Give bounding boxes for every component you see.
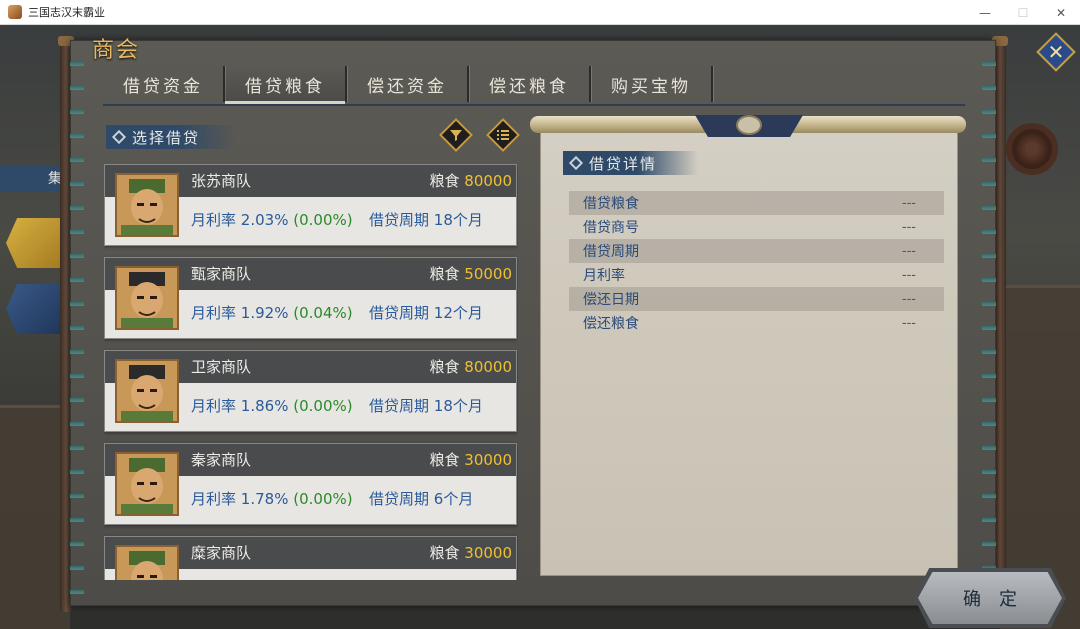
detail-row: 借贷周期 --- bbox=[569, 239, 944, 263]
side-hex-button-gold[interactable] bbox=[6, 218, 68, 268]
merchant-portrait bbox=[115, 266, 179, 330]
grain-amount: 粮食 80000 bbox=[429, 358, 512, 376]
grain-amount: 粮食 80000 bbox=[429, 172, 512, 190]
monthly-rate: 月利率 2.03% (0.00%) bbox=[191, 211, 353, 229]
grain-amount: 粮食 30000 bbox=[429, 544, 512, 562]
detail-value: --- bbox=[901, 267, 916, 283]
filter-icon bbox=[450, 130, 462, 141]
loan-detail-table: 借贷粮食 --- 借贷商号 --- 借贷周期 --- 月利率 --- 偿还日期 --- 偿… bbox=[569, 191, 944, 335]
detail-row: 借贷商号 --- bbox=[569, 215, 944, 239]
caravan-name: 张苏商队 bbox=[191, 172, 252, 190]
tab-bar: 借贷资金 借贷粮食 偿还资金 偿还粮食 购买宝物 bbox=[103, 66, 713, 104]
detail-value: --- bbox=[901, 291, 916, 307]
panel-close-button[interactable]: ✕ bbox=[1036, 32, 1076, 72]
filter-button[interactable] bbox=[439, 118, 473, 152]
loan-period: 借贷周期 18个月 bbox=[369, 211, 483, 229]
background-waterwheel bbox=[1006, 123, 1058, 175]
merchant-portrait bbox=[115, 452, 179, 516]
monthly-rate: 月利率 1.92% (0.04%) bbox=[191, 304, 353, 322]
loan-card[interactable]: 糜家商队 粮食 30000 bbox=[104, 536, 517, 580]
loan-period: 借贷周期 6个月 bbox=[369, 490, 474, 508]
detail-label: 偿还粮食 bbox=[583, 316, 639, 332]
side-hex-button-blue[interactable] bbox=[6, 284, 68, 334]
detail-label: 偿还日期 bbox=[583, 292, 639, 308]
loan-card[interactable]: 甄家商队 粮食 50000 月利率 1.92% (0.04%) 借贷周期 12个… bbox=[104, 257, 517, 339]
diamond-icon bbox=[111, 129, 127, 145]
confirm-button[interactable]: 确定 bbox=[918, 572, 1062, 624]
tab-buy-treasure[interactable]: 购买宝物 bbox=[591, 66, 713, 102]
window-close-button[interactable]: ✕ bbox=[1042, 0, 1080, 25]
loan-detail-title: 借贷详情 bbox=[589, 154, 658, 173]
loan-detail-header: 借贷详情 bbox=[563, 151, 698, 175]
detail-value: --- bbox=[901, 195, 916, 211]
loan-list: 张苏商队 粮食 80000 月利率 2.03% (0.00%) 借贷周期 18个… bbox=[104, 164, 518, 580]
tab-repay-funds[interactable]: 偿还资金 bbox=[347, 66, 469, 102]
loan-card[interactable]: 秦家商队 粮食 30000 月利率 1.78% (0.00%) 借贷周期 6个月 bbox=[104, 443, 517, 525]
caravan-name: 甄家商队 bbox=[191, 265, 252, 283]
merchant-portrait bbox=[115, 173, 179, 237]
panel-title: 商会 bbox=[92, 38, 141, 63]
detail-row: 偿还粮食 --- bbox=[569, 311, 944, 335]
grain-amount: 粮食 30000 bbox=[429, 451, 512, 469]
tab-divider bbox=[103, 104, 965, 106]
tab-repay-grain[interactable]: 偿还粮食 bbox=[469, 66, 591, 102]
loan-period: 借贷周期 12个月 bbox=[369, 304, 483, 322]
loan-card[interactable]: 张苏商队 粮食 80000 月利率 2.03% (0.00%) 借贷周期 18个… bbox=[104, 164, 517, 246]
parchment-emblem bbox=[695, 115, 803, 137]
caravan-name: 糜家商队 bbox=[191, 544, 252, 562]
merchant-portrait bbox=[115, 545, 179, 580]
lace-left bbox=[70, 52, 84, 602]
detail-label: 月利率 bbox=[583, 268, 625, 284]
detail-label: 借贷商号 bbox=[583, 220, 639, 236]
detail-label: 借贷周期 bbox=[583, 244, 639, 260]
maximize-button[interactable]: ☐ bbox=[1004, 0, 1042, 25]
lace-right bbox=[982, 52, 996, 602]
close-icon: ✕ bbox=[1047, 40, 1065, 64]
app-icon bbox=[8, 5, 22, 19]
minimize-button[interactable]: — bbox=[966, 0, 1004, 25]
detail-label: 借贷粮食 bbox=[583, 196, 639, 212]
monthly-rate: 月利率 1.78% (0.00%) bbox=[191, 490, 353, 508]
loan-period: 借贷周期 18个月 bbox=[369, 397, 483, 415]
list-button[interactable] bbox=[486, 118, 520, 152]
detail-value: --- bbox=[901, 315, 916, 331]
detail-row: 借贷粮食 --- bbox=[569, 191, 944, 215]
detail-value: --- bbox=[901, 243, 916, 259]
diamond-icon bbox=[568, 155, 584, 171]
select-loan-header: 选择借贷 bbox=[106, 125, 236, 149]
loan-card[interactable]: 卫家商队 粮食 80000 月利率 1.86% (0.00%) 借贷周期 18个… bbox=[104, 350, 517, 432]
tab-borrow-grain[interactable]: 借贷粮食 bbox=[225, 66, 347, 104]
grain-amount: 粮食 50000 bbox=[429, 265, 512, 283]
window-title: 三国志汉末霸业 bbox=[28, 6, 105, 19]
detail-row: 月利率 --- bbox=[569, 263, 944, 287]
monthly-rate: 月利率 1.86% (0.00%) bbox=[191, 397, 353, 415]
merchant-portrait bbox=[115, 359, 179, 423]
list-icon bbox=[497, 130, 509, 140]
tab-borrow-funds[interactable]: 借贷资金 bbox=[103, 66, 225, 102]
caravan-name: 秦家商队 bbox=[191, 451, 252, 469]
detail-row: 偿还日期 --- bbox=[569, 287, 944, 311]
window-titlebar: 三国志汉末霸业 — ☐ ✕ bbox=[0, 0, 1080, 25]
select-loan-title: 选择借贷 bbox=[132, 128, 201, 147]
detail-value: --- bbox=[901, 219, 916, 235]
caravan-name: 卫家商队 bbox=[191, 358, 252, 376]
